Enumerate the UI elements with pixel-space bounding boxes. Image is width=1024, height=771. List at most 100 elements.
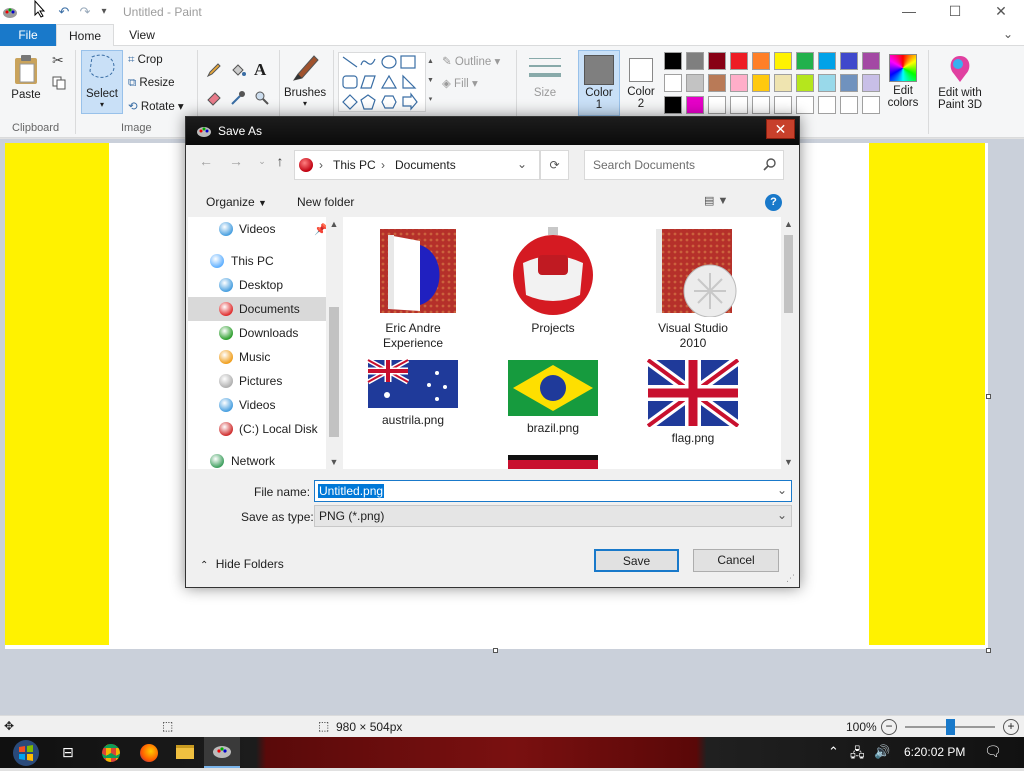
palette-swatch[interactable]	[664, 52, 682, 70]
address-dropdown-icon[interactable]: ⌄	[517, 157, 527, 171]
dialog-close-button[interactable]: ✕	[766, 119, 795, 139]
nav-item[interactable]: Downloads	[188, 321, 328, 345]
show-hidden-icons[interactable]: ⌃	[828, 744, 839, 760]
tab-home[interactable]: Home	[56, 24, 114, 46]
scroll-thumb[interactable]	[329, 307, 339, 437]
redo-icon[interactable]: ↷	[77, 4, 93, 20]
size-button[interactable]: Size	[525, 54, 565, 114]
zoom-in-button[interactable]: +	[1003, 719, 1019, 735]
palette-swatch[interactable]	[730, 96, 748, 114]
palette-swatch[interactable]	[818, 52, 836, 70]
chevron-down-icon[interactable]: ⌄	[777, 483, 787, 497]
file-item[interactable]: Eric Andre Experience	[343, 225, 483, 355]
maximize-button[interactable]: ☐	[932, 0, 978, 24]
palette-swatch[interactable]	[708, 52, 726, 70]
nav-item[interactable]: Pictures	[188, 369, 328, 393]
palette-swatch[interactable]	[752, 52, 770, 70]
breadcrumb-documents[interactable]: Documents	[395, 158, 456, 172]
task-view-icon[interactable]: ⊟	[62, 744, 74, 761]
color1-button[interactable]: Color 1	[578, 50, 620, 116]
color2-button[interactable]: Color 2	[622, 50, 660, 116]
palette-swatch[interactable]	[840, 52, 858, 70]
brushes-button[interactable]: Brushes ▾	[284, 52, 326, 114]
navigation-pane-scrollbar[interactable]: ▲ ▼	[326, 217, 342, 469]
canvas-resize-handle-right[interactable]	[986, 394, 991, 399]
clock[interactable]: 6:20:02 PM	[904, 745, 965, 759]
firefox-icon[interactable]	[140, 744, 158, 762]
eraser-icon[interactable]	[206, 90, 222, 106]
palette-swatch[interactable]	[730, 52, 748, 70]
canvas-resize-handle-corner[interactable]	[986, 648, 991, 653]
nav-item[interactable]: Videos	[188, 217, 328, 241]
file-list-scrollbar[interactable]: ▲ ▼	[781, 217, 796, 469]
palette-swatch[interactable]	[862, 74, 880, 92]
canvas-resize-handle-bottom[interactable]	[493, 648, 498, 653]
file-item[interactable]: Visual Studio 2010	[623, 225, 763, 355]
select-button[interactable]: Select ▾	[81, 50, 123, 114]
resize-grip-icon[interactable]: ⋰	[786, 573, 795, 584]
file-item[interactable]: flag.png	[623, 355, 763, 449]
address-bar[interactable]: › This PC › Documents ⌄	[294, 150, 540, 180]
organize-button[interactable]: Organize ▼	[206, 195, 267, 209]
palette-swatch[interactable]	[774, 74, 792, 92]
zoom-slider-thumb[interactable]	[946, 719, 955, 735]
magnifier-icon[interactable]	[254, 90, 270, 106]
new-folder-button[interactable]: New folder	[297, 195, 354, 209]
volume-icon[interactable]: 🔊	[874, 744, 890, 760]
refresh-button[interactable]: ⟳	[540, 150, 569, 180]
network-icon[interactable]: 🖧	[850, 744, 865, 766]
save-as-type-select[interactable]: PNG (*.png) ⌄	[314, 505, 792, 527]
chrome-icon[interactable]	[102, 744, 120, 762]
palette-swatch[interactable]	[774, 96, 792, 114]
palette-swatch[interactable]	[796, 52, 814, 70]
change-view-button[interactable]: ▤ ▼	[704, 194, 728, 207]
shapes-gallery[interactable]	[338, 52, 426, 112]
forward-button[interactable]: →	[226, 150, 246, 172]
paint-taskbar-button[interactable]	[204, 737, 240, 768]
close-button[interactable]: ✕	[978, 0, 1024, 24]
nav-item[interactable]: Videos	[188, 393, 328, 417]
nav-item[interactable]: Documents	[188, 297, 328, 321]
help-icon[interactable]: ?	[765, 194, 782, 211]
palette-swatch[interactable]	[664, 74, 682, 92]
nav-item[interactable]: Desktop	[188, 273, 328, 297]
palette-swatch[interactable]	[840, 74, 858, 92]
cancel-button[interactable]: Cancel	[693, 549, 779, 572]
edit-with-paint3d-button[interactable]: Edit with Paint 3D	[934, 54, 986, 114]
paste-button[interactable]: Paste	[6, 52, 46, 110]
customize-quick-access-icon[interactable]: ▾	[96, 4, 112, 20]
back-button[interactable]: ←	[196, 150, 216, 172]
file-item[interactable]: Projects	[483, 225, 623, 355]
crop-button[interactable]: ⌗ Crop	[128, 54, 163, 67]
palette-swatch[interactable]	[774, 52, 792, 70]
shapes-scroll[interactable]: ▲ ▼ ▾	[426, 52, 435, 112]
pencil-icon[interactable]	[206, 62, 222, 78]
save-button[interactable]: Save	[594, 549, 679, 572]
palette-swatch[interactable]	[752, 96, 770, 114]
file-item-partial[interactable]	[508, 455, 598, 469]
file-name-input[interactable]: Untitled.png ⌄	[314, 480, 792, 502]
paint-app-icon[interactable]	[2, 4, 18, 20]
palette-swatch[interactable]	[796, 74, 814, 92]
palette-swatch[interactable]	[818, 96, 836, 114]
start-button[interactable]	[8, 737, 44, 768]
palette-swatch[interactable]	[862, 52, 880, 70]
zoom-out-button[interactable]: −	[881, 719, 897, 735]
expand-ribbon-icon[interactable]: ⌄	[1000, 27, 1016, 43]
search-box[interactable]: Search Documents	[584, 150, 784, 180]
minimize-button[interactable]: —	[886, 0, 932, 24]
palette-swatch[interactable]	[840, 96, 858, 114]
rotate-button[interactable]: ⟲ Rotate ▾	[128, 99, 184, 113]
palette-swatch[interactable]	[818, 74, 836, 92]
hide-folders-button[interactable]: ⌃ Hide Folders	[200, 557, 284, 571]
nav-item[interactable]: Music	[188, 345, 328, 369]
palette-swatch[interactable]	[686, 96, 704, 114]
up-button[interactable]: ↑	[270, 150, 290, 172]
palette-swatch[interactable]	[708, 96, 726, 114]
palette-swatch[interactable]	[664, 96, 682, 114]
fill-bucket-icon[interactable]	[230, 62, 246, 78]
resize-button[interactable]: ⧉ Resize	[128, 77, 175, 90]
undo-icon[interactable]: ↶	[56, 4, 72, 20]
nav-item[interactable]: Network	[188, 449, 328, 473]
recent-locations-button[interactable]: ⌄	[252, 150, 272, 172]
